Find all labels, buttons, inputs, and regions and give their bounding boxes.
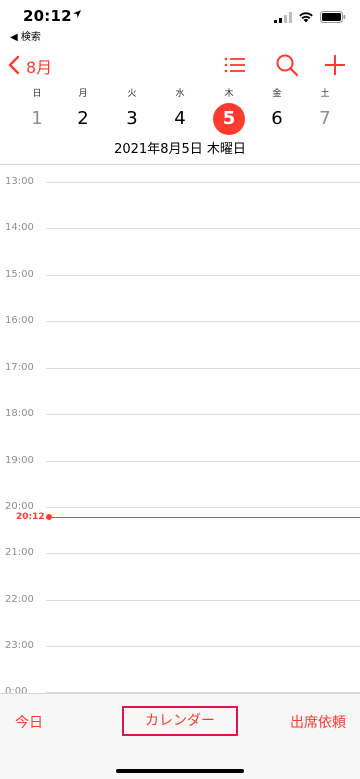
cellular-signal-icon: [274, 11, 292, 23]
weekday-label: 金: [272, 89, 282, 99]
hour-label: 16:00: [5, 315, 34, 326]
weekday-label: 土: [320, 89, 330, 99]
back-to-app-link[interactable]: ◀ 検索: [10, 28, 41, 43]
home-indicator: [116, 769, 244, 773]
hour-row: 15:00: [0, 268, 360, 282]
hour-row: 0:00: [0, 685, 360, 693]
hour-label: 13:00: [5, 176, 34, 187]
location-arrow-icon: [73, 10, 81, 18]
hour-gridline: [46, 600, 360, 601]
wifi-icon: [299, 12, 313, 23]
current-time-label: 20:12: [16, 512, 45, 522]
hour-label: 19:00: [5, 455, 34, 466]
date-cell[interactable]: 6: [261, 103, 293, 135]
hour-gridline: [46, 553, 360, 554]
date-cell[interactable]: 7: [309, 103, 341, 135]
hour-label: 14:00: [5, 222, 34, 233]
hour-gridline: [46, 414, 360, 415]
weekday-label: 日: [32, 89, 42, 99]
weekday-label: 火: [127, 89, 137, 99]
date-cell[interactable]: 4: [164, 103, 196, 135]
current-time-indicator: 20:12: [0, 510, 360, 524]
hour-row: 22:00: [0, 593, 360, 607]
date-cell[interactable]: 3: [116, 103, 148, 135]
calendar-screen: 20:12 ◀ 検索 8月 日 月 火 水 木 金 土 1 2 3 4 5 6 …: [0, 0, 360, 779]
hour-gridline: [46, 182, 360, 183]
hour-row: 21:00: [0, 546, 360, 560]
weekday-label: 月: [78, 89, 88, 99]
navigation-bar: 8月: [0, 46, 360, 82]
hour-row: 18:00: [0, 407, 360, 421]
hour-row: 17:00: [0, 361, 360, 375]
date-cell[interactable]: 1: [21, 103, 53, 135]
month-back-button[interactable]: 8月: [26, 54, 52, 78]
date-cell-selected[interactable]: 5: [213, 103, 245, 135]
hour-label: 22:00: [5, 594, 34, 605]
hour-row: 19:00: [0, 454, 360, 468]
hour-gridline: [46, 461, 360, 462]
status-bar: 20:12 ◀ 検索: [0, 0, 360, 44]
add-event-icon[interactable]: [322, 52, 348, 78]
hour-label: 23:00: [5, 640, 34, 651]
battery-icon: [320, 11, 346, 23]
hour-label: 15:00: [5, 269, 34, 280]
hour-row: 13:00: [0, 175, 360, 189]
list-view-icon[interactable]: [222, 52, 248, 78]
hour-gridline: [46, 321, 360, 322]
chevron-left-icon[interactable]: [8, 55, 20, 75]
hour-label: 0:00: [5, 686, 28, 693]
calendars-button[interactable]: カレンダー: [122, 706, 238, 736]
status-time: 20:12: [23, 7, 72, 25]
hour-label: 17:00: [5, 362, 34, 373]
hour-label: 21:00: [5, 547, 34, 558]
search-icon[interactable]: [274, 52, 300, 78]
date-cell[interactable]: 2: [67, 103, 99, 135]
current-time-line: [50, 517, 360, 518]
weekday-label: 水: [175, 89, 185, 99]
hour-label: 18:00: [5, 408, 34, 419]
hour-gridline: [46, 646, 360, 647]
day-timeline[interactable]: 13:00 14:00 15:00 16:00 17:00 18:00 19:0…: [0, 165, 360, 693]
status-indicators: [274, 11, 346, 23]
hour-gridline: [46, 368, 360, 369]
hour-gridline: [46, 275, 360, 276]
hour-gridline: [46, 228, 360, 229]
weekday-label: 木: [224, 89, 234, 99]
hour-row: 16:00: [0, 314, 360, 328]
hour-gridline: [46, 507, 360, 508]
week-date-row: 1 2 3 4 5 6 7: [0, 103, 360, 135]
weekday-header-row: 日 月 火 水 木 金 土: [0, 86, 360, 100]
bottom-toolbar: 今日 カレンダー 出席依頼: [0, 693, 360, 779]
hour-row: 23:00: [0, 639, 360, 653]
inbox-button[interactable]: 出席依頼: [290, 712, 346, 732]
selected-date-label: 2021年8月5日 木曜日: [114, 142, 246, 157]
today-button[interactable]: 今日: [15, 712, 43, 732]
hour-row: 14:00: [0, 221, 360, 235]
